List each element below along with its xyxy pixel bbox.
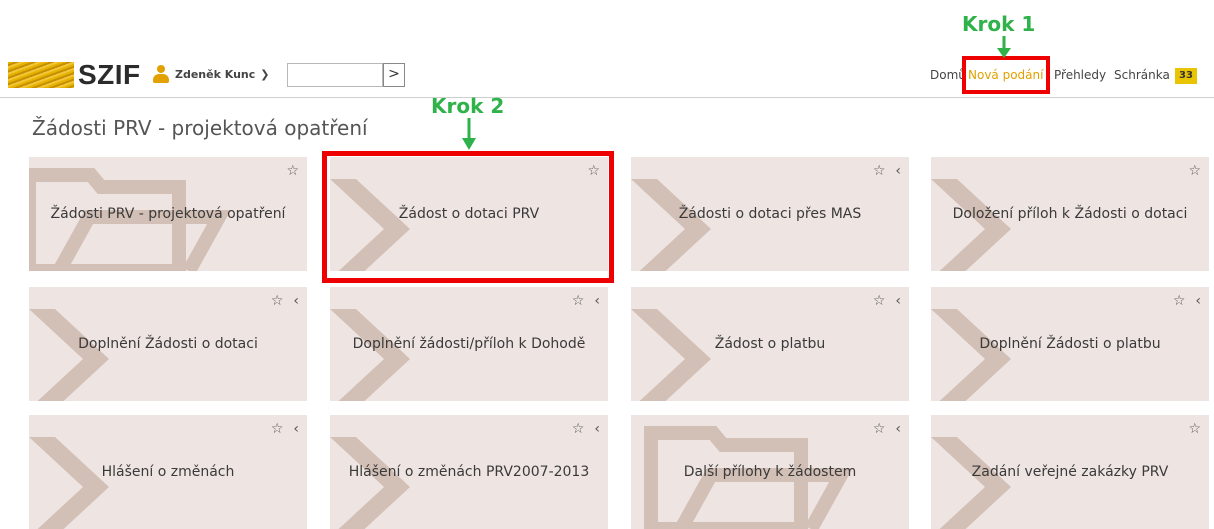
tile-label: Další přílohy k žádostem <box>683 464 857 480</box>
nav-home[interactable]: Domů <box>930 68 966 82</box>
nav-inbox[interactable]: Schránka <box>1114 68 1170 82</box>
step2-annotation: Krok 2 <box>431 94 505 118</box>
tile-label: Hlášení o změnách <box>101 464 235 480</box>
collapse-icon[interactable]: ‹ <box>293 293 299 309</box>
tile-doplneni-zadosti-o-platbu[interactable]: Doplnění Žádosti o platbu ☆ ‹ <box>931 287 1209 401</box>
tile-zadani-verejne-zakazky-prv[interactable]: Zadání veřejné zakázky PRV ☆ <box>931 415 1209 529</box>
tile-zadosti-prv-projektova-opatreni[interactable]: Žádosti PRV - projektová opatření ☆ <box>29 157 307 271</box>
step1-arrow-icon <box>997 36 1011 58</box>
tile-label: Hlášení o změnách PRV2007-2013 <box>348 464 590 480</box>
star-icon[interactable]: ☆ <box>286 163 299 179</box>
tile-doplneni-zadosti-o-dotaci[interactable]: Doplnění Žádosti o dotaci ☆ ‹ <box>29 287 307 401</box>
tile-zadost-o-platbu[interactable]: Žádost o platbu ☆ ‹ <box>631 287 909 401</box>
chevron-down-icon: ❯ <box>260 67 270 81</box>
wheat-field-logo-icon <box>8 62 74 88</box>
collapse-icon[interactable]: ‹ <box>895 421 901 437</box>
tile-label: Doplnění Žádosti o dotaci <box>78 336 258 352</box>
nav-overviews[interactable]: Přehledy <box>1054 68 1106 82</box>
tile-dalsi-prilohy-k-zadostem[interactable]: Další přílohy k žádostem ☆ ‹ <box>631 415 909 529</box>
top-header: SZIF Zdeněk Kunc ❯ > Domů Nová podání Př… <box>0 0 1214 98</box>
step2-highlight-box <box>322 151 614 283</box>
user-menu[interactable]: Zdeněk Kunc ❯ <box>152 64 269 84</box>
tile-zadosti-o-dotaci-pres-mas[interactable]: Žádosti o dotaci přes MAS ☆ ‹ <box>631 157 909 271</box>
step1-highlight-box <box>962 56 1050 94</box>
star-icon[interactable]: ☆ <box>572 421 585 437</box>
inbox-count-badge: 33 <box>1175 68 1197 84</box>
tile-label: Zadání veřejné zakázky PRV <box>971 464 1169 480</box>
tile-dolozeni-priloh[interactable]: Doložení příloh k Žádosti o dotaci ☆ <box>931 157 1209 271</box>
star-icon[interactable]: ☆ <box>1188 421 1201 437</box>
tile-hlaseni-o-zmenach-prv2007-2013[interactable]: Hlášení o změnách PRV2007-2013 ☆ ‹ <box>330 415 608 529</box>
user-name: Zdeněk Kunc <box>175 67 256 81</box>
star-icon[interactable]: ☆ <box>271 293 284 309</box>
tile-doplneni-zadosti-priloh-k-dohode[interactable]: Doplnění žádosti/příloh k Dohodě ☆ ‹ <box>330 287 608 401</box>
szif-logo[interactable]: SZIF <box>8 58 156 92</box>
search-input[interactable] <box>287 63 383 87</box>
star-icon[interactable]: ☆ <box>873 421 886 437</box>
user-icon <box>152 65 170 83</box>
step2-arrow-icon <box>462 118 476 150</box>
tile-label: Doložení příloh k Žádosti o dotaci <box>952 206 1188 222</box>
header-divider <box>0 97 1214 98</box>
page-title: Žádosti PRV - projektová opatření <box>32 116 368 140</box>
star-icon[interactable]: ☆ <box>572 293 585 309</box>
collapse-icon[interactable]: ‹ <box>293 421 299 437</box>
star-icon[interactable]: ☆ <box>873 293 886 309</box>
star-icon[interactable]: ☆ <box>271 421 284 437</box>
collapse-icon[interactable]: ‹ <box>1195 293 1201 309</box>
logo-text: SZIF <box>78 59 141 90</box>
tile-label: Doplnění Žádosti o platbu <box>979 336 1161 352</box>
collapse-icon[interactable]: ‹ <box>594 421 600 437</box>
collapse-icon[interactable]: ‹ <box>895 293 901 309</box>
collapse-icon[interactable]: ‹ <box>895 163 901 179</box>
tile-label: Žádosti PRV - projektová opatření <box>50 206 286 222</box>
tile-hlaseni-o-zmenach[interactable]: Hlášení o změnách ☆ ‹ <box>29 415 307 529</box>
tile-label: Žádosti o dotaci přes MAS <box>678 206 862 222</box>
search-submit-button[interactable]: > <box>383 63 405 87</box>
star-icon[interactable]: ☆ <box>873 163 886 179</box>
tile-label: Doplnění žádosti/příloh k Dohodě <box>352 336 586 352</box>
star-icon[interactable]: ☆ <box>1188 163 1201 179</box>
collapse-icon[interactable]: ‹ <box>594 293 600 309</box>
tile-label: Žádost o platbu <box>714 336 826 352</box>
step1-annotation: Krok 1 <box>962 12 1036 36</box>
star-icon[interactable]: ☆ <box>1173 293 1186 309</box>
